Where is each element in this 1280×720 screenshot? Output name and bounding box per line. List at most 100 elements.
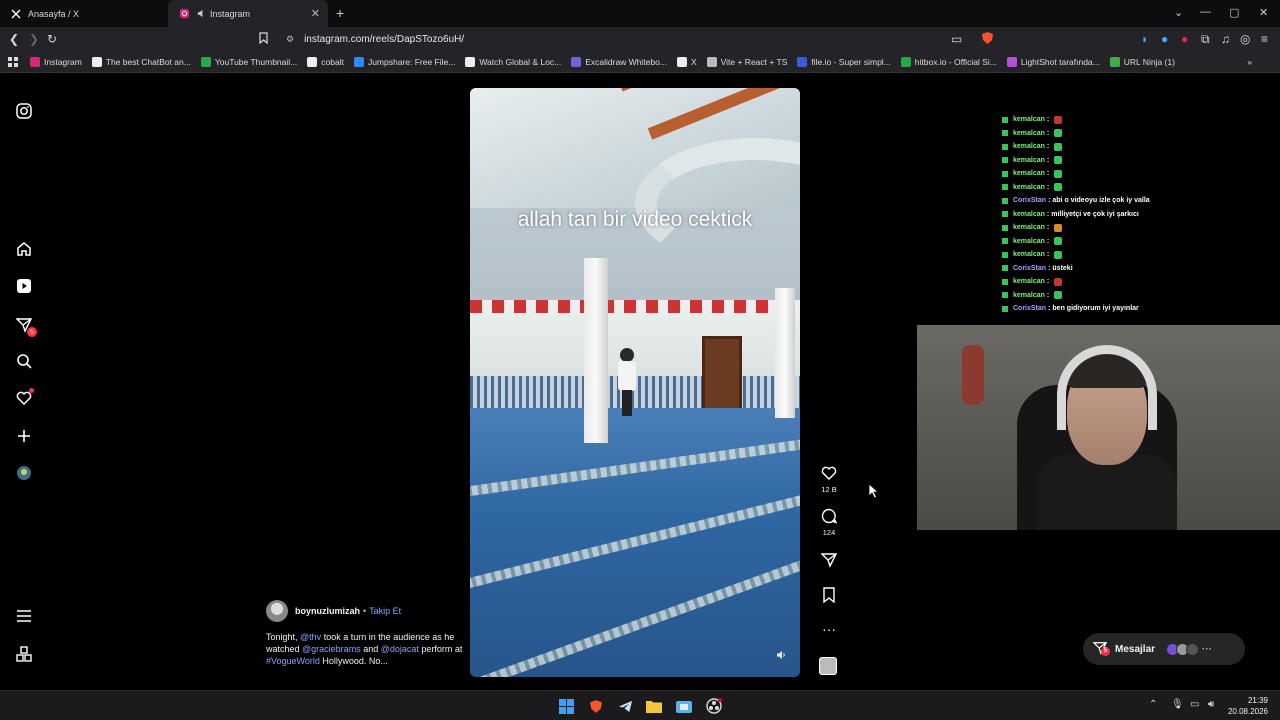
- home-icon[interactable]: [14, 239, 34, 259]
- address-bar[interactable]: ⚙ instagram.com/reels/DapSTozo6uH/: [276, 30, 1006, 49]
- microphone-icon[interactable]: 🎙︎: [1171, 699, 1184, 710]
- speaker-icon[interactable]: [196, 8, 206, 20]
- store-icon[interactable]: [675, 697, 693, 715]
- bookmark-page-icon[interactable]: [259, 32, 268, 47]
- bookmark-item[interactable]: cobalt: [307, 57, 344, 67]
- close-window-icon[interactable]: ✕: [1259, 6, 1268, 19]
- extensions-icon[interactable]: ⧉: [1201, 32, 1210, 47]
- audio-avatar[interactable]: [819, 657, 837, 675]
- brave-shields-icon[interactable]: [981, 31, 994, 48]
- bookmark-item[interactable]: LightShot tarafında...: [1006, 57, 1100, 67]
- author-avatar[interactable]: [266, 600, 288, 622]
- cast-icon[interactable]: ▭: [951, 32, 962, 46]
- chat-emote-icon: [1054, 156, 1063, 165]
- extension-3-icon[interactable]: ●: [1181, 32, 1188, 46]
- restore-icon[interactable]: ▢: [1229, 6, 1239, 19]
- close-tab-icon[interactable]: ✕: [311, 7, 320, 20]
- reel-video[interactable]: allah tan bir video cektick: [470, 88, 800, 677]
- chat-text: abi o videoyu izle çok iy valla: [1052, 197, 1150, 205]
- new-tab-icon[interactable]: +: [336, 5, 344, 21]
- chat-badge-icon: [1002, 116, 1008, 123]
- bookmark-item[interactable]: Jumpshare: Free File...: [353, 57, 455, 67]
- bookmark-favicon-icon: [900, 57, 911, 67]
- follow-button[interactable]: Takip Et: [369, 606, 401, 616]
- reload-icon[interactable]: ↻: [47, 32, 57, 46]
- bookmark-item[interactable]: file.io - Super simpl...: [797, 57, 891, 67]
- mute-toggle-icon[interactable]: [776, 650, 786, 663]
- minimize-icon[interactable]: —: [1200, 6, 1211, 18]
- bookmark-item[interactable]: YouTube Thumbnail...: [200, 57, 297, 67]
- chat-username: kemalcan: [1013, 278, 1045, 286]
- notification-badge: 5: [27, 327, 37, 337]
- extension-1-icon[interactable]: ◗: [1141, 32, 1148, 46]
- post-caption: Tonight, @thv took a turn in the audienc…: [266, 632, 463, 666]
- bookmark-item[interactable]: Watch Global & Loc...: [465, 57, 561, 67]
- bookmark-favicon-icon: [571, 57, 582, 67]
- telegram-icon[interactable]: [616, 697, 634, 715]
- save-button[interactable]: [812, 587, 846, 605]
- tray-overflow-icon[interactable]: ⌃: [1149, 699, 1157, 710]
- bookmark-item[interactable]: The best ChatBot an...: [91, 57, 191, 67]
- search-icon[interactable]: [14, 351, 34, 371]
- avatar: [1186, 642, 1200, 656]
- chat-message: kemalcan:: [1002, 140, 1272, 154]
- apps-grid-icon[interactable]: [8, 57, 18, 67]
- bookmark-item[interactable]: X: [676, 57, 697, 67]
- file-explorer-icon[interactable]: [645, 697, 663, 715]
- messages-button[interactable]: 5 Mesajlar ···: [1083, 633, 1245, 665]
- forward-icon[interactable]: ❯: [29, 32, 39, 46]
- obs-icon[interactable]: [705, 697, 723, 715]
- mention-link[interactable]: @thv: [300, 632, 321, 642]
- bookmark-favicon-icon: [676, 57, 687, 67]
- messages-badge: 5: [1101, 646, 1110, 656]
- mention-link[interactable]: @dojacat: [381, 644, 419, 654]
- wallet-icon[interactable]: ◎: [1240, 32, 1250, 46]
- media-icon[interactable]: ♫: [1221, 32, 1230, 46]
- brave-browser-icon[interactable]: [587, 697, 605, 715]
- system-clock[interactable]: 21:39 20.08.2026: [1228, 695, 1268, 717]
- more-bookmarks-icon[interactable]: »: [1247, 57, 1252, 67]
- chat-emote-icon: [1054, 183, 1063, 192]
- also-from-meta-icon[interactable]: [14, 644, 34, 664]
- share-button[interactable]: [812, 552, 846, 570]
- chat-text: milliyetçi ve çok iyi şarkıcı: [1051, 210, 1139, 218]
- profile-avatar-icon[interactable]: [14, 463, 34, 483]
- tab-x[interactable]: Anasayfa / X: [0, 0, 170, 27]
- volume-icon[interactable]: 🔊︎: [1208, 699, 1214, 710]
- direct-messages-icon[interactable]: 5: [14, 315, 37, 337]
- stream-chat-overlay: kemalcan: kemalcan: kemalcan: kemalcan: kema…: [1002, 113, 1272, 316]
- comment-button[interactable]: 124: [812, 508, 846, 537]
- mention-link[interactable]: @graciebrams: [302, 644, 361, 654]
- instagram-logo-icon[interactable]: [14, 101, 34, 121]
- chat-message: kemalcan:: [1002, 289, 1272, 303]
- bookmark-item[interactable]: Instagram: [30, 57, 82, 67]
- bookmark-item[interactable]: URL Ninja (1): [1109, 57, 1175, 67]
- chat-message: CorixStan: abi o videoyu izle çok iy vall…: [1002, 194, 1272, 208]
- chat-badge-icon: [1002, 211, 1008, 218]
- chat-username: CorixStan: [1013, 305, 1047, 313]
- author-username[interactable]: boynuzlumizah: [295, 606, 360, 616]
- chat-badge-icon: [1002, 251, 1008, 258]
- tab-instagram[interactable]: Instagram ✕: [168, 0, 328, 27]
- chat-message: kemalcan:: [1002, 181, 1272, 195]
- reels-icon[interactable]: [14, 276, 34, 296]
- bookmark-favicon-icon: [465, 57, 476, 67]
- extension-2-icon[interactable]: ●: [1161, 32, 1168, 46]
- bookmark-item[interactable]: hitbox.io - Official Si...: [900, 57, 997, 67]
- taskbar: ⌃ 🎙︎ ▭ 🔊︎ 21:39 20.08.2026: [0, 690, 1280, 720]
- hashtag-link[interactable]: #VogueWorld: [266, 656, 320, 666]
- bookmark-item[interactable]: Vite + React + TS: [706, 57, 787, 67]
- notifications-heart-icon[interactable]: [14, 388, 34, 408]
- back-icon[interactable]: ❮: [9, 32, 19, 46]
- bookmark-item[interactable]: Excalidraw Whitebo...: [571, 57, 667, 67]
- site-info-icon[interactable]: ⚙: [286, 34, 294, 45]
- network-icon[interactable]: ▭: [1190, 699, 1199, 710]
- tab-list-chevron-icon[interactable]: ⌄: [1174, 6, 1183, 19]
- like-button[interactable]: 12 B: [812, 465, 846, 494]
- menu-icon[interactable]: ≡: [1261, 32, 1268, 46]
- more-options-icon[interactable]: ···: [812, 621, 846, 637]
- more-menu-icon[interactable]: [14, 606, 34, 626]
- chat-text: üsteki: [1052, 264, 1073, 272]
- create-icon[interactable]: [14, 426, 34, 446]
- windows-start-icon[interactable]: [557, 697, 575, 715]
